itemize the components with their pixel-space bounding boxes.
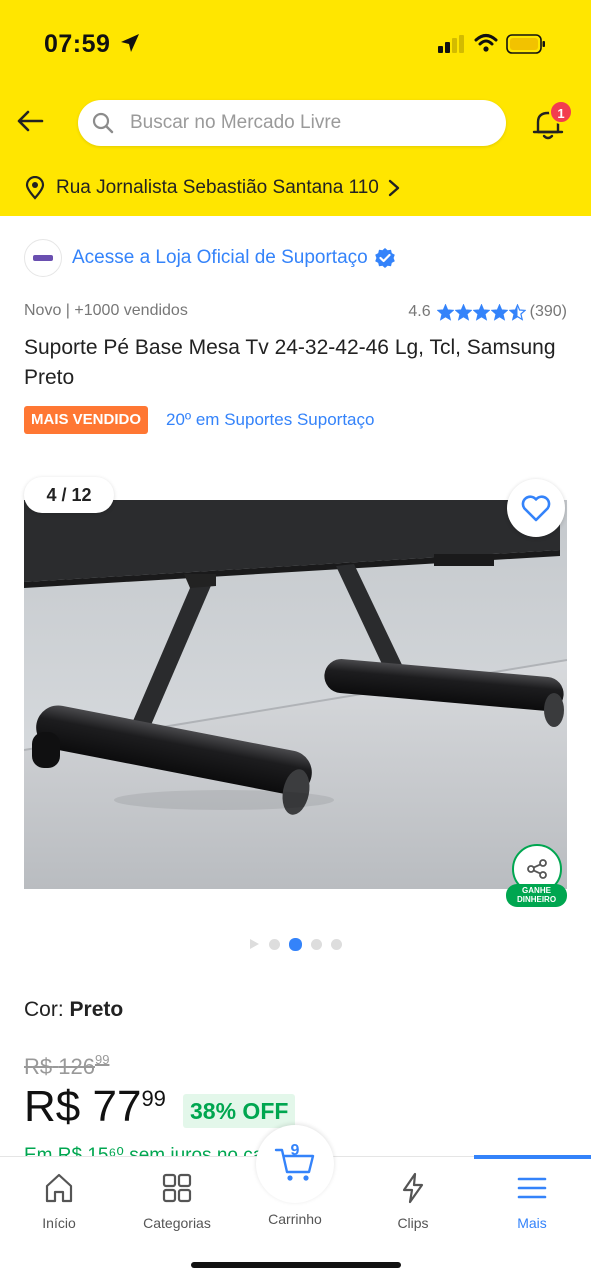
price-int: 77 xyxy=(92,1082,142,1131)
star-icon xyxy=(508,303,526,321)
star-icon xyxy=(454,303,472,321)
nav-home-label: Início xyxy=(42,1215,76,1231)
delivery-address[interactable]: Rua Jornalista Sebastião Santana 110 xyxy=(24,173,401,203)
nav-home[interactable]: Início xyxy=(0,1171,118,1231)
nav-clips[interactable]: Clips xyxy=(354,1171,472,1231)
grid-icon xyxy=(162,1173,192,1203)
address-text: Rua Jornalista Sebastião Santana 110 xyxy=(56,177,379,198)
back-arrow-icon[interactable] xyxy=(14,104,48,138)
chevron-right-icon xyxy=(388,179,400,197)
gallery-pagination xyxy=(250,936,351,952)
old-price-cents: 99 xyxy=(94,1052,110,1067)
product-image[interactable] xyxy=(24,500,567,889)
earn-label-line2: DINHEIRO xyxy=(516,895,557,904)
product-meta: Novo | +1000 vendidos 4.6 (390) xyxy=(24,300,567,324)
ranking-link[interactable]: 20º em Suportes Suportaço xyxy=(166,410,374,430)
home-icon xyxy=(45,1173,73,1203)
nav-categories[interactable]: Categorias xyxy=(118,1171,236,1231)
earn-money-label: GANHE DINHEIRO xyxy=(506,884,567,907)
verified-badge-icon xyxy=(374,248,395,268)
gallery-counter: 4 / 12 xyxy=(24,477,114,513)
discount-badge: 38% OFF xyxy=(183,1094,296,1128)
pagination-dot-active[interactable] xyxy=(289,937,302,951)
location-arrow-icon xyxy=(121,34,139,52)
official-store-link[interactable]: Acesse a Loja Oficial de Suportaço xyxy=(24,238,396,278)
nav-more-label: Mais xyxy=(517,1215,547,1231)
tv-stand-photo xyxy=(24,500,567,889)
nav-cart-label: Carrinho xyxy=(268,1211,322,1227)
nav-clips-label: Clips xyxy=(397,1215,429,1231)
star-icon xyxy=(472,303,490,321)
color-label: Cor: xyxy=(24,998,64,1021)
old-currency: R$ xyxy=(24,1054,53,1079)
status-bar: 07:59 xyxy=(0,0,591,90)
color-value: Preto xyxy=(69,998,124,1021)
best-seller-badge: MAIS VENDIDO xyxy=(24,406,149,434)
store-link-text: Acesse a Loja Oficial de Suportaço xyxy=(72,247,368,268)
search-bar[interactable] xyxy=(78,100,506,146)
favorite-button[interactable] xyxy=(507,479,565,537)
header-bar: 07:59 1 xyxy=(0,0,591,216)
wifi-icon xyxy=(474,34,498,52)
lightning-icon xyxy=(402,1172,424,1204)
nav-more[interactable]: Mais xyxy=(473,1171,591,1231)
home-indicator xyxy=(191,1262,401,1268)
share-icon xyxy=(527,859,547,879)
currency: R$ xyxy=(24,1082,81,1131)
status-time: 07:59 xyxy=(44,30,111,58)
search-input[interactable] xyxy=(130,100,490,146)
nav-categories-label: Categorias xyxy=(143,1215,211,1231)
rating-summary[interactable]: 4.6 (390) xyxy=(408,300,567,324)
star-icon xyxy=(436,303,454,321)
product-title: Suporte Pé Base Mesa Tv 24-32-42-46 Lg, … xyxy=(24,336,556,389)
store-logo xyxy=(24,239,62,277)
battery-icon xyxy=(506,34,545,54)
notification-badge: 1 xyxy=(549,100,573,124)
pagination-dot[interactable] xyxy=(331,938,342,950)
condition-sales: Novo | +1000 vendidos xyxy=(24,302,188,319)
location-pin-icon xyxy=(25,176,45,200)
rating-stars xyxy=(436,303,527,321)
color-variation: Cor: Preto xyxy=(24,998,123,1022)
active-tab-indicator xyxy=(474,1155,591,1159)
signal-icon xyxy=(438,35,464,53)
price-cents: 99 xyxy=(141,1086,166,1111)
rating-score: 4.6 xyxy=(408,303,431,320)
pagination-dot[interactable] xyxy=(311,938,322,950)
review-count: (390) xyxy=(529,303,567,320)
star-icon xyxy=(490,303,508,321)
video-play-icon[interactable] xyxy=(250,939,259,949)
search-icon xyxy=(92,112,114,134)
pagination-dot[interactable] xyxy=(269,938,280,950)
heart-icon xyxy=(521,495,551,522)
current-price: R$ 7799 xyxy=(24,1082,166,1132)
original-price: R$ 12699 xyxy=(24,1052,110,1080)
nav-cart[interactable]: 9 xyxy=(256,1125,334,1203)
old-price-int: 126 xyxy=(58,1054,95,1079)
product-badges: MAIS VENDIDO 20º em Suportes Suportaço xyxy=(24,406,374,434)
menu-icon xyxy=(517,1177,547,1199)
cart-count: 9 xyxy=(290,1142,300,1159)
earn-label-line1: GANHE xyxy=(522,886,551,895)
